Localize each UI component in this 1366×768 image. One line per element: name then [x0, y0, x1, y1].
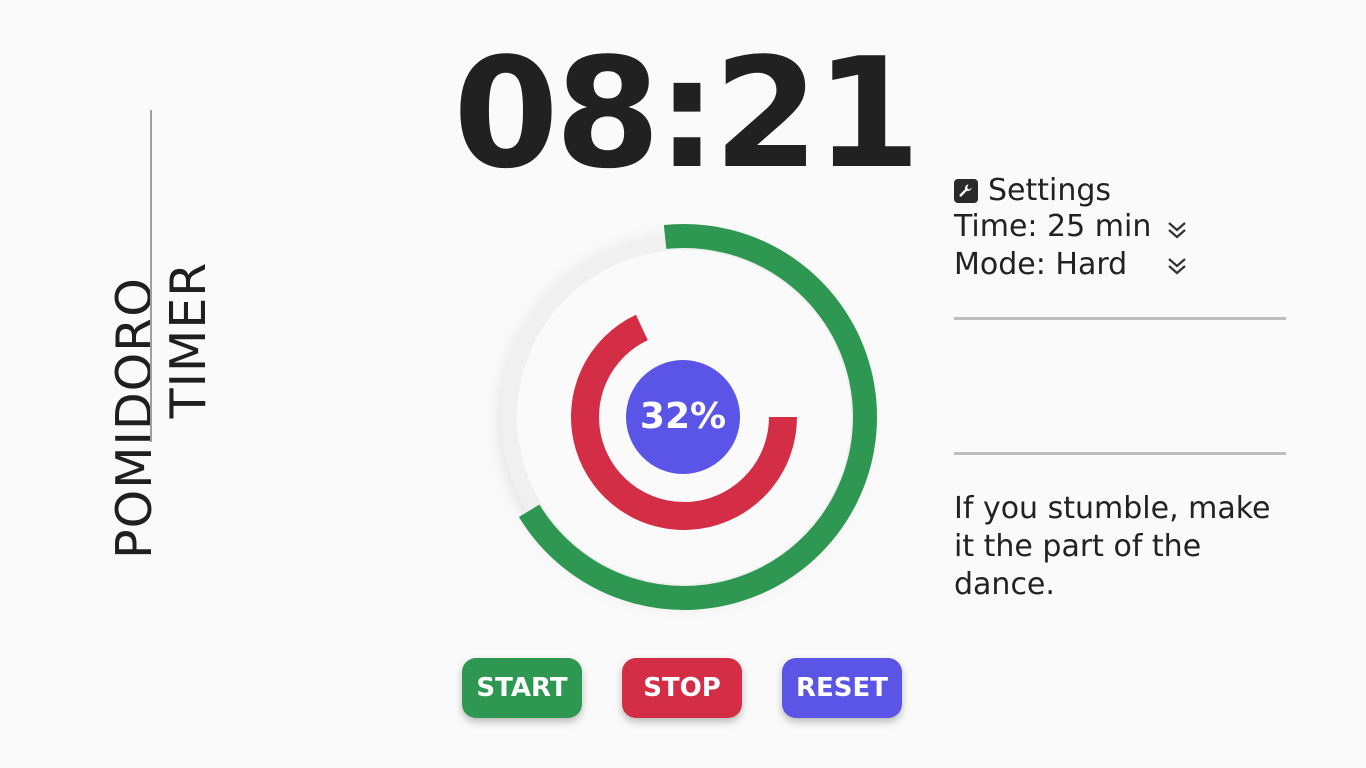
mode-chevron-down-icon[interactable]: [1166, 256, 1188, 276]
settings-title: Settings: [988, 173, 1112, 208]
title-word-pomidoro: POMIDORO: [106, 277, 163, 559]
control-buttons: START STOP RESET: [462, 658, 912, 718]
progress-rings: 32%: [470, 210, 900, 640]
divider-top: [954, 317, 1286, 320]
stop-button[interactable]: STOP: [622, 658, 742, 718]
motivational-quote: If you stumble, make it the part of the …: [954, 491, 1271, 602]
progress-percent-badge: 32%: [626, 360, 740, 474]
time-setting: Time: 25 min: [954, 209, 1152, 244]
mode-setting: Mode: Hard: [954, 247, 1128, 282]
time-chevron-down-icon[interactable]: [1166, 220, 1188, 240]
settings-panel: Settings Time: 25 min Mode: Hard If you …: [954, 168, 1286, 618]
divider-bottom: [954, 452, 1286, 455]
settings-header: Settings: [954, 172, 1111, 210]
wrench-icon: [954, 179, 978, 203]
app-title: POMIDORO TIMER: [0, 0, 260, 768]
reset-button[interactable]: RESET: [782, 658, 902, 718]
start-button[interactable]: START: [462, 658, 582, 718]
title-word-timer: TIMER: [160, 261, 217, 419]
timer-display: 08:21: [453, 25, 921, 202]
title-divider: [150, 110, 152, 442]
